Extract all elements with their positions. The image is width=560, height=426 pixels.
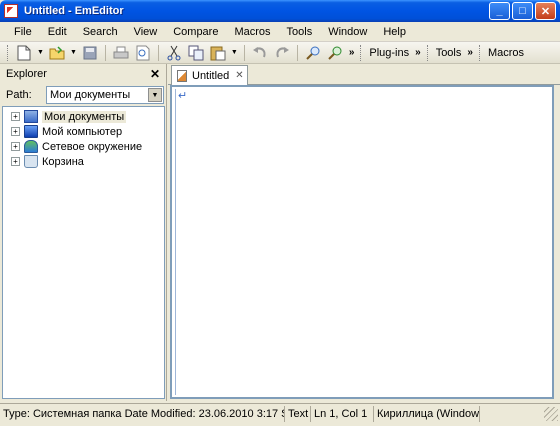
redo-icon[interactable] (273, 44, 291, 62)
close-button[interactable]: ✕ (535, 2, 556, 20)
path-label: Path: (6, 89, 32, 101)
menu-edit[interactable]: Edit (40, 22, 75, 42)
title-bar[interactable]: Untitled - EmEditor _ □ ✕ (0, 0, 560, 22)
status-mode[interactable]: Text (285, 405, 311, 422)
menu-search[interactable]: Search (75, 22, 126, 42)
tree-item-label: Мой компьютер (42, 125, 123, 138)
tab-close-icon[interactable]: ✕ (235, 70, 243, 81)
toolbar-overflow-chevron[interactable]: » (349, 47, 355, 58)
expand-icon[interactable]: + (11, 157, 20, 166)
folder-tree: + Мои документы + Мой компьютер + Сетево… (2, 106, 165, 399)
toolbar-separator (243, 44, 245, 61)
text-editor[interactable]: ↵ (170, 85, 554, 399)
tree-item-network[interactable]: + Сетевое окружение (3, 139, 164, 154)
maximize-button[interactable]: □ (512, 2, 533, 20)
tools-toolbar-button[interactable]: Tools (436, 47, 462, 59)
explorer-header: Explorer ✕ (0, 64, 166, 84)
menu-view[interactable]: View (126, 22, 166, 42)
status-bar: Type: Системная папка Date Modified: 23.… (0, 403, 560, 423)
tree-item-my-computer[interactable]: + Мой компьютер (3, 124, 164, 139)
caret-line (175, 89, 176, 395)
tab-label: Untitled (192, 69, 230, 82)
my-computer-icon (24, 125, 38, 138)
path-dropdown[interactable]: Мои документы ▼ (46, 86, 164, 104)
new-dropdown-icon[interactable]: ▼ (37, 49, 44, 56)
menu-macros[interactable]: Macros (226, 22, 278, 42)
explorer-pane: Explorer ✕ Path: Мои документы ▼ + Мои д… (0, 64, 167, 401)
tree-item-label: Мои документы (42, 110, 127, 123)
toolbar-separator (104, 44, 106, 61)
expand-icon[interactable]: + (11, 112, 20, 121)
status-position[interactable]: Ln 1, Col 1 (311, 405, 374, 422)
menu-window[interactable]: Window (320, 22, 375, 42)
window-title: Untitled - EmEditor (24, 5, 124, 17)
tree-item-label: Корзина (42, 155, 84, 168)
tree-item-my-documents[interactable]: + Мои документы (3, 109, 164, 124)
path-value: Мои документы (50, 89, 131, 101)
paste-icon[interactable] (209, 44, 227, 62)
toolbar-grip[interactable] (426, 44, 430, 61)
undo-icon[interactable] (251, 44, 269, 62)
tab-untitled[interactable]: Untitled ✕ (171, 65, 248, 85)
minimize-button[interactable]: _ (489, 2, 510, 20)
menu-bar: File Edit Search View Compare Macros Too… (0, 22, 560, 42)
open-icon[interactable] (48, 44, 66, 62)
path-row: Path: Мои документы ▼ (0, 84, 166, 106)
print-preview-icon[interactable] (134, 44, 152, 62)
toolbar-grip[interactable] (360, 44, 363, 61)
editor-edge (554, 85, 560, 399)
toolbar-grip[interactable] (7, 44, 10, 61)
expand-icon[interactable]: + (11, 142, 20, 151)
chevron-down-icon[interactable]: ▼ (148, 88, 162, 102)
my-documents-icon (24, 110, 38, 123)
paste-dropdown-icon[interactable]: ▼ (231, 49, 238, 56)
document-tab-strip: Untitled ✕ (168, 64, 560, 85)
emeditor-app-icon[interactable] (4, 4, 18, 18)
window-controls: _ □ ✕ (489, 2, 556, 20)
tree-item-label: Сетевое окружение (42, 140, 143, 153)
menu-tools[interactable]: Tools (279, 22, 321, 42)
plugins-overflow-chevron[interactable]: » (415, 47, 421, 58)
tree-item-recycle-bin[interactable]: + Корзина (3, 154, 164, 169)
status-encoding[interactable]: Кириллица (Windows) (374, 405, 480, 422)
menu-compare[interactable]: Compare (165, 22, 226, 42)
macros-toolbar-button[interactable]: Macros (488, 47, 524, 59)
print-icon[interactable] (112, 44, 130, 62)
explorer-title: Explorer (6, 68, 47, 80)
menu-help[interactable]: Help (375, 22, 414, 42)
toolbar-grip[interactable] (478, 44, 482, 61)
status-file-info: Type: Системная папка Date Modified: 23.… (0, 405, 285, 422)
find-next-icon[interactable] (326, 44, 344, 62)
copy-icon[interactable] (187, 44, 205, 62)
recycle-bin-icon (24, 155, 38, 168)
new-icon[interactable] (15, 44, 33, 62)
resize-grip-icon[interactable] (544, 406, 558, 421)
cut-icon[interactable] (165, 44, 183, 62)
network-icon (24, 140, 38, 153)
tools-overflow-chevron[interactable]: » (467, 47, 473, 58)
open-dropdown-icon[interactable]: ▼ (70, 49, 77, 56)
toolbar-separator (296, 44, 298, 61)
find-icon[interactable] (304, 44, 322, 62)
menu-file[interactable]: File (6, 22, 40, 42)
newline-marker-icon: ↵ (178, 90, 188, 102)
save-icon[interactable] (81, 44, 99, 62)
explorer-close-icon[interactable]: ✕ (150, 67, 160, 81)
expand-icon[interactable]: + (11, 127, 20, 136)
plugins-toolbar-button[interactable]: Plug-ins (369, 47, 409, 59)
main-toolbar: ▼ ▼ ▼ » Plug-ins » Tools » Macros (0, 42, 560, 64)
toolbar-separator (157, 44, 159, 61)
document-icon (177, 69, 187, 82)
